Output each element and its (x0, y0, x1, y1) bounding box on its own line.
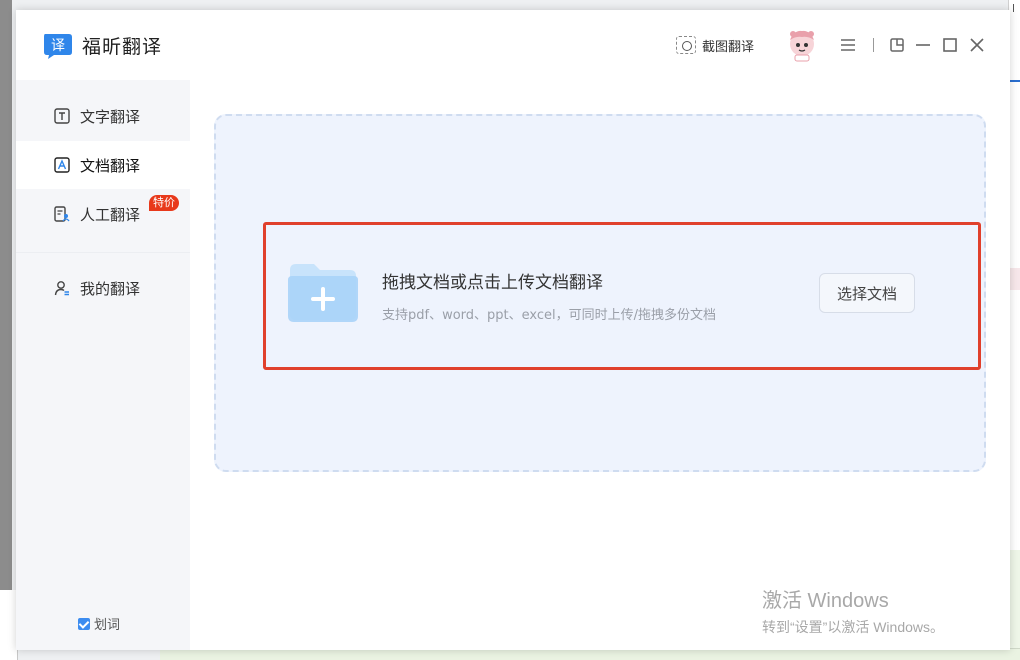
choose-document-button[interactable]: 选择文档 (819, 273, 915, 313)
folder-add-icon (288, 264, 358, 322)
document-icon (54, 157, 70, 173)
sidebar-item-text-translate[interactable]: 文字翻译 (16, 92, 190, 140)
close-icon[interactable] (968, 36, 986, 54)
background-mark (1010, 268, 1020, 290)
title-bar: 译 福昕翻译 截图翻译 (16, 10, 1010, 80)
word-select-checkbox[interactable] (78, 617, 90, 630)
sidebar-item-my-translations[interactable]: 我的翻译 (16, 264, 190, 312)
menu-icon[interactable] (839, 36, 857, 54)
avatar[interactable] (786, 28, 818, 62)
app-logo-icon: 译 (44, 34, 72, 59)
dropzone-subtitle: 支持pdf、word、ppt、excel，可同时上传/拖拽多份文档 (382, 308, 717, 323)
minimize-icon[interactable] (914, 36, 932, 54)
background-window-left (0, 0, 12, 590)
camera-icon (676, 36, 696, 54)
dropzone-title: 拖拽文档或点击上传文档翻译 (382, 273, 603, 293)
sidebar-item-label: 文档翻译 (80, 156, 141, 175)
background-mark (1013, 4, 1019, 12)
background-mark (1010, 72, 1020, 82)
screenshot-translate-button[interactable]: 截图翻译 (676, 34, 754, 56)
pin-icon[interactable] (888, 36, 906, 54)
word-select-toggle[interactable]: 划词 (78, 614, 120, 633)
user-icon (54, 281, 69, 296)
sidebar-item-label: 文字翻译 (80, 107, 141, 126)
sale-badge: 特价 (149, 195, 179, 211)
maximize-icon[interactable] (941, 36, 959, 54)
sidebar-divider (16, 252, 190, 253)
watermark-title: 激活 Windows (762, 590, 889, 612)
screenshot-translate-label: 截图翻译 (702, 39, 755, 55)
sidebar-item-label: 我的翻译 (80, 279, 141, 298)
titlebar-divider (873, 38, 874, 52)
app-window: 译 福昕翻译 截图翻译 文字翻译 文档翻译 人工翻译 特价 我的翻译 划词 拖拽… (16, 10, 1010, 650)
sidebar-item-human-translate[interactable]: 人工翻译 特价 (16, 190, 190, 238)
watermark-subtitle: 转到“设置”以激活 Windows。 (762, 619, 945, 635)
sidebar-item-document-translate[interactable]: 文档翻译 (16, 141, 190, 189)
logo-char: 译 (51, 38, 65, 54)
sidebar: 文字翻译 文档翻译 人工翻译 特价 我的翻译 划词 (16, 80, 190, 650)
windows-activation-watermark: 激活 Windows 转到“设置”以激活 Windows。 (762, 584, 944, 637)
human-translate-icon (54, 206, 70, 222)
word-select-label: 划词 (94, 618, 121, 633)
app-title: 福昕翻译 (82, 36, 163, 58)
main-content: 拖拽文档或点击上传文档翻译 支持pdf、word、ppt、excel，可同时上传… (190, 80, 1010, 650)
sidebar-item-label: 人工翻译 (80, 205, 141, 224)
text-icon (54, 108, 70, 124)
